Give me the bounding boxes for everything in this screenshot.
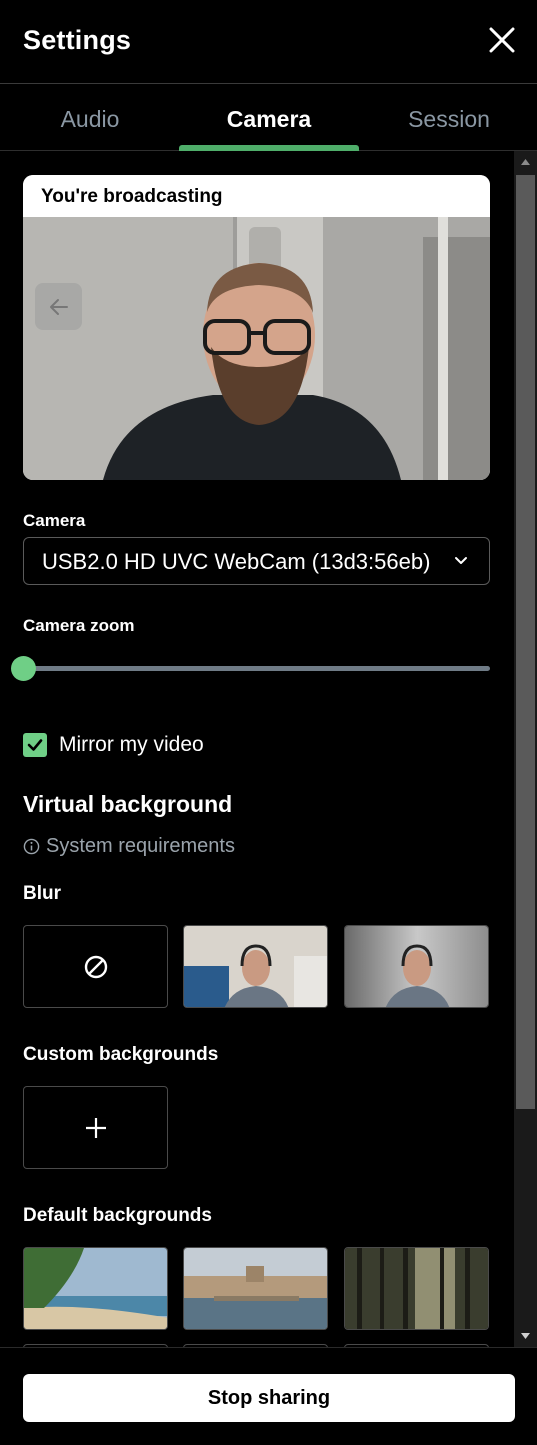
- chevron-down-icon: [455, 557, 467, 564]
- settings-header: Settings: [0, 0, 537, 84]
- strong-blur-preview: [345, 926, 488, 1007]
- zoom-slider-track[interactable]: [23, 666, 490, 671]
- checkmark-icon: [27, 739, 43, 751]
- scrollbar[interactable]: [514, 151, 537, 1347]
- zoom-slider-thumb[interactable]: [11, 656, 36, 681]
- tab-audio[interactable]: Audio: [0, 84, 180, 151]
- tab-bar: Audio Camera Session: [0, 84, 537, 151]
- city-bridge-thumbnail: [184, 1248, 327, 1329]
- mirror-video-label[interactable]: Mirror my video: [59, 733, 204, 757]
- scroll-down-arrow-icon[interactable]: [514, 1325, 537, 1347]
- blur-strong-option[interactable]: [344, 925, 489, 1008]
- panel-title: Settings: [23, 25, 132, 55]
- add-custom-background-button[interactable]: [23, 1086, 168, 1169]
- no-blur-icon: [84, 955, 107, 978]
- default-background-forest[interactable]: [344, 1247, 489, 1330]
- info-icon: [23, 838, 40, 855]
- light-blur-preview: [184, 926, 327, 1007]
- default-background-city-bridge[interactable]: [183, 1247, 328, 1330]
- tab-camera[interactable]: Camera: [179, 84, 359, 151]
- scrollbar-thumb[interactable]: [516, 175, 535, 1109]
- default-background-beach[interactable]: [23, 1247, 168, 1330]
- previous-camera-button[interactable]: [35, 283, 82, 330]
- system-requirements-link[interactable]: System requirements: [23, 835, 235, 858]
- camera-zoom-label: Camera zoom: [23, 616, 135, 635]
- default-backgrounds-title: Default backgrounds: [23, 1205, 212, 1226]
- tab-session[interactable]: Session: [359, 84, 537, 151]
- settings-content[interactable]: You're broadcasting Camera USB2.0 HD UVC…: [0, 151, 537, 1347]
- mirror-video-checkbox[interactable]: [23, 733, 47, 757]
- scroll-up-arrow-icon[interactable]: [514, 151, 537, 173]
- close-icon[interactable]: [486, 24, 518, 56]
- settings-footer: Stop sharing: [0, 1347, 537, 1445]
- camera-selected-value: USB2.0 HD UVC WebCam (13d3:56eb): [42, 549, 431, 574]
- stop-sharing-button[interactable]: Stop sharing: [23, 1374, 515, 1422]
- blur-title: Blur: [23, 883, 61, 904]
- camera-preview: You're broadcasting: [23, 175, 490, 480]
- virtual-background-title: Virtual background: [23, 791, 233, 817]
- arrow-left-icon: [49, 298, 68, 315]
- broadcast-status: You're broadcasting: [23, 175, 490, 217]
- custom-backgrounds-title: Custom backgrounds: [23, 1044, 219, 1065]
- camera-select[interactable]: USB2.0 HD UVC WebCam (13d3:56eb): [23, 537, 490, 585]
- plus-icon: [85, 1117, 106, 1138]
- system-requirements-text: System requirements: [46, 835, 235, 857]
- blur-none-option[interactable]: [23, 925, 168, 1008]
- camera-label: Camera: [23, 511, 86, 530]
- forest-thumbnail: [345, 1248, 488, 1329]
- beach-thumbnail: [24, 1248, 167, 1329]
- blur-light-option[interactable]: [183, 925, 328, 1008]
- camera-video-feed: [23, 217, 490, 480]
